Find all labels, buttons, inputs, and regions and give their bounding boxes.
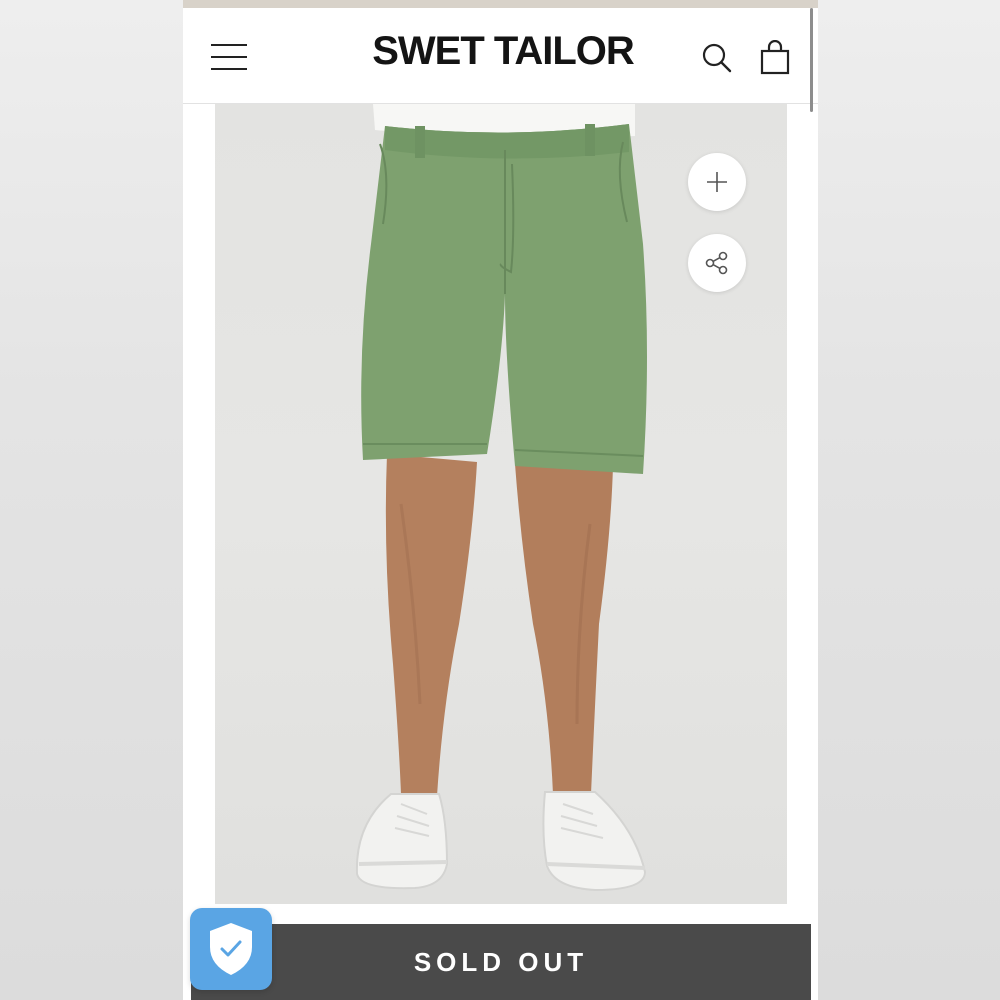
hamburger-menu-icon	[211, 44, 247, 46]
search-button[interactable]	[701, 42, 733, 74]
search-icon	[702, 43, 732, 73]
sold-out-button[interactable]: SOLD OUT	[191, 924, 811, 1000]
cart-button[interactable]	[759, 39, 793, 76]
scrollbar[interactable]	[810, 8, 813, 112]
phone-screen: SWET TAILOR SOLD OUT	[183, 0, 818, 1000]
zoom-button[interactable]	[688, 153, 746, 211]
background-left	[0, 0, 183, 1000]
shield-check-icon	[210, 923, 252, 975]
menu-button[interactable]	[211, 44, 247, 70]
security-badge[interactable]	[190, 908, 272, 990]
shopping-bag-icon	[760, 39, 790, 75]
product-image	[355, 104, 647, 892]
share-button[interactable]	[688, 234, 746, 292]
top-strip	[183, 0, 818, 8]
product-image-area[interactable]	[215, 104, 787, 904]
share-icon	[705, 251, 728, 275]
plus-icon	[707, 172, 727, 192]
background-right	[818, 0, 1000, 1000]
site-header: SWET TAILOR	[183, 8, 818, 104]
brand-logo[interactable]: SWET TAILOR	[353, 26, 653, 76]
